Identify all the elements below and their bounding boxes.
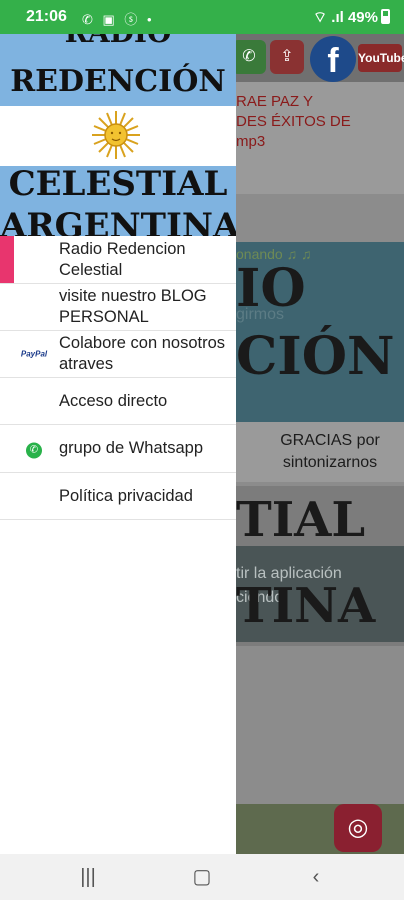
whatsapp-share-icon[interactable]: ✆ xyxy=(232,40,266,74)
radio-banner: onando ♫ ♫ IO girmos CIÓN xyxy=(236,242,404,422)
back-button[interactable]: ‹ xyxy=(296,862,336,892)
banner-big-text-3: TIAL xyxy=(236,492,366,548)
menu-item-shortcut[interactable]: Acceso directo xyxy=(0,378,236,425)
thanks-text: GRACIAS por sintonizarnos xyxy=(236,422,404,482)
youtube-icon[interactable]: YouTube xyxy=(358,44,404,72)
whatsapp-icon: ✆ xyxy=(20,439,48,458)
header-line-3: CELESTIAL xyxy=(8,164,228,204)
status-bar: 21:06 ✆ ▣ ⓢ • ⌔ .ıl 49% xyxy=(0,0,404,34)
radio-banner-2: TIAL tir la aplicación ciendo. TINA xyxy=(236,486,404,646)
facebook-icon[interactable]: f xyxy=(310,36,356,82)
signal-icon: ⌔ .ıl xyxy=(313,9,344,26)
header-line-2: REDENCIÓN xyxy=(10,64,226,99)
battery-level: 49% xyxy=(347,9,378,26)
menu-item-whatsapp[interactable]: ✆ grupo de Whatsapp xyxy=(0,425,236,473)
menu-item-collaborate[interactable]: PayPal Colabore con nosotros atraves xyxy=(0,331,236,378)
drawer-header: RADIO REDENCIÓN CELESTIAL ARGENTINA xyxy=(0,34,236,236)
battery-icon xyxy=(381,9,390,24)
menu-item-radio[interactable]: Radio Redencion Celestial xyxy=(0,236,236,284)
menu-item-label: Colabore con nosotros atraves xyxy=(59,334,226,373)
instagram-icon[interactable]: ◎ xyxy=(334,804,382,852)
menu-item-label: Acceso directo xyxy=(59,391,168,410)
menu-item-label: visite nuestro BLOG PERSONAL xyxy=(59,287,207,326)
home-button[interactable]: ▢ xyxy=(182,862,222,892)
system-navigation-bar: ||| ▢ ‹ xyxy=(0,854,404,900)
news-text: RAE PAZ Y DES ÉXITOS DE mp3 xyxy=(236,93,351,150)
menu-item-label: grupo de Whatsapp xyxy=(59,439,204,457)
drawer-menu: Radio Redencion Celestial visite nuestro… xyxy=(0,236,236,520)
header-line-1: RADIO xyxy=(0,34,236,49)
sun-of-may-icon xyxy=(92,111,140,159)
banner-small-text-2: girmos xyxy=(236,306,285,323)
menu-item-label: Política privacidad xyxy=(59,486,193,505)
menu-item-privacy[interactable]: Política privacidad xyxy=(0,473,236,520)
status-time: 21:06 xyxy=(26,8,67,25)
menu-item-blog[interactable]: visite nuestro BLOG PERSONAL xyxy=(0,284,236,331)
paypal-icon: PayPal xyxy=(20,349,48,359)
navigation-drawer: RADIO REDENCIÓN CELESTIAL ARGENTINA Radi… xyxy=(0,34,236,854)
status-right: ⌔ .ıl 49% xyxy=(313,8,390,27)
header-line-4: ARGENTINA xyxy=(0,206,236,236)
active-indicator xyxy=(0,236,14,283)
banner-big-text-4: TINA xyxy=(236,578,376,634)
recent-apps-button[interactable]: ||| xyxy=(68,862,108,892)
menu-item-label: Radio Redencion Celestial xyxy=(59,239,186,279)
banner-big-text-2: CIÓN xyxy=(236,326,395,387)
notification-icons: ✆ ▣ ⓢ • xyxy=(82,12,155,27)
share-icon[interactable]: ⇪ xyxy=(270,40,304,74)
